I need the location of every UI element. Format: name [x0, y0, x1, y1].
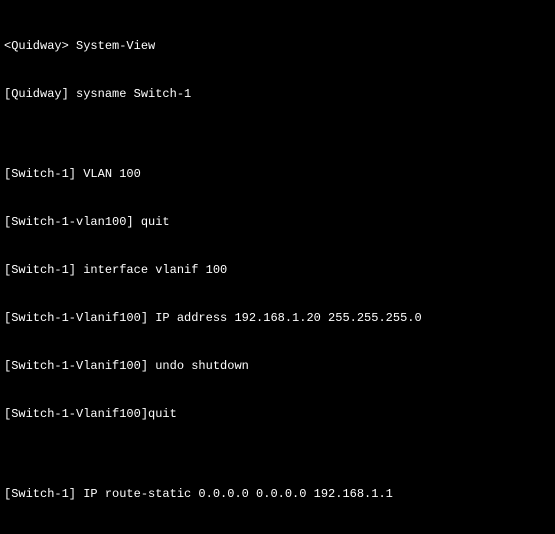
- terminal-line: [Switch-1-Vlanif100] IP address 192.168.…: [4, 310, 551, 326]
- terminal-line: [Switch-1] IP route-static 0.0.0.0 0.0.0…: [4, 486, 551, 502]
- terminal-line: [Switch-1-Vlanif100] undo shutdown: [4, 358, 551, 374]
- terminal-line: [Switch-1-Vlanif100]quit: [4, 406, 551, 422]
- terminal-line: [Switch-1] interface vlanif 100: [4, 262, 551, 278]
- terminal-line: [Switch-1] VLAN 100: [4, 166, 551, 182]
- terminal-line: <Quidway> System-View: [4, 38, 551, 54]
- terminal-output[interactable]: <Quidway> System-View [Quidway] sysname …: [0, 0, 555, 534]
- terminal-line: [Switch-1-vlan100] quit: [4, 214, 551, 230]
- terminal-line: [Quidway] sysname Switch-1: [4, 86, 551, 102]
